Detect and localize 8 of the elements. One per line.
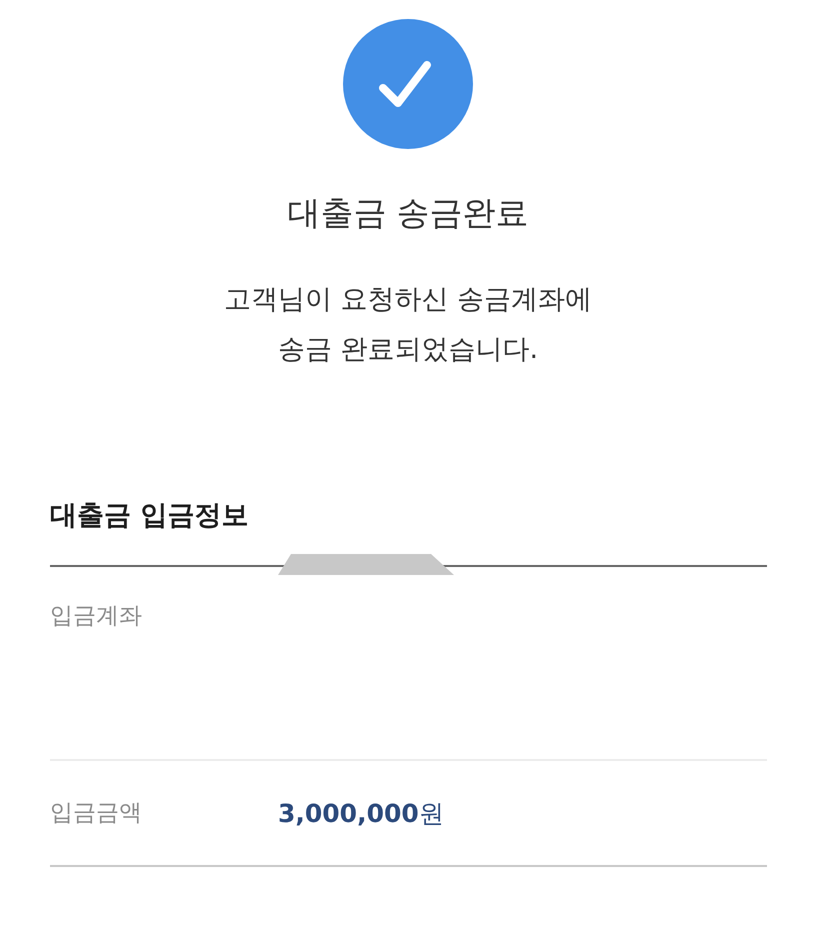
status-message: 고객님이 요청하신 송금계좌에 송금 완료되었습니다. bbox=[224, 283, 592, 367]
status-title: 대출금 송금완료 bbox=[287, 192, 529, 234]
drawer-handle[interactable] bbox=[278, 554, 454, 575]
check-circle-icon bbox=[343, 19, 473, 149]
row-label: 입금금액 bbox=[50, 799, 143, 828]
amount-value: 3,000,000원 bbox=[278, 798, 444, 830]
section-title: 대출금 입금정보 bbox=[50, 499, 250, 533]
row-label: 입금계좌 bbox=[50, 602, 143, 631]
